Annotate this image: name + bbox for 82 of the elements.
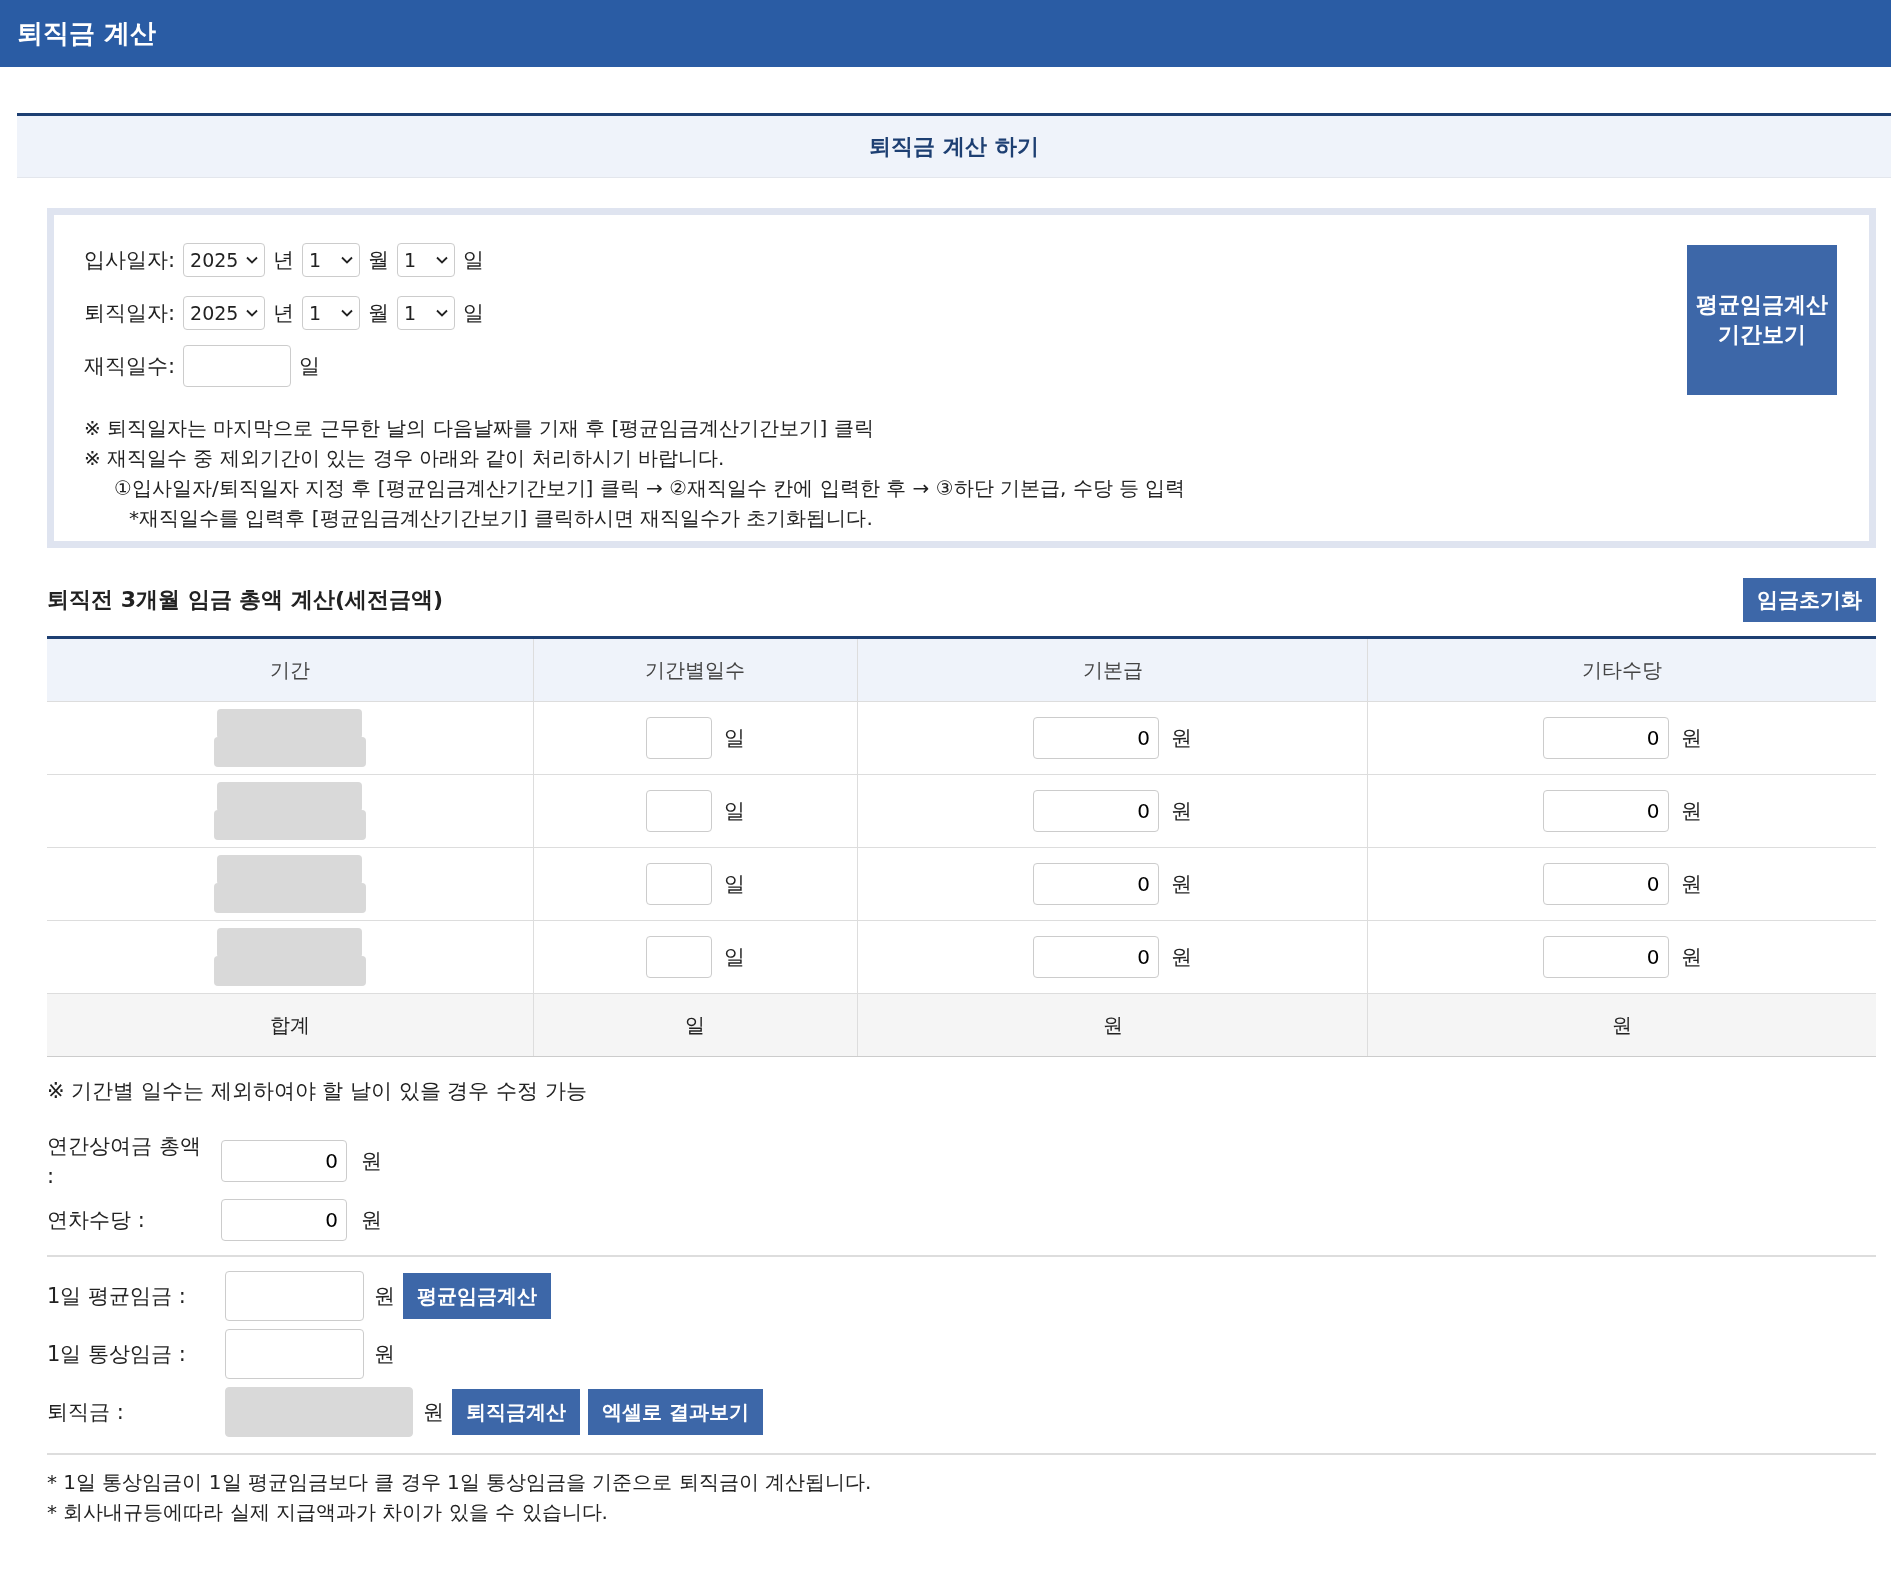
chevron-down-icon xyxy=(341,309,354,317)
unit-label: 원 xyxy=(1171,725,1193,752)
unit-label: 월 xyxy=(368,247,390,274)
field-label: 퇴직금 : xyxy=(47,1399,125,1426)
input-field[interactable] xyxy=(645,717,712,759)
unit-label: 일 xyxy=(463,247,485,274)
chevron-down-icon xyxy=(246,256,259,264)
unit-label: 월 xyxy=(368,300,390,327)
section-title: 퇴직금 계산 하기 xyxy=(17,113,1891,178)
chevron-down-icon xyxy=(341,256,354,264)
input-field[interactable]: 0 xyxy=(1033,936,1160,978)
unit-label: 원 xyxy=(1680,871,1702,898)
chevron-down-icon xyxy=(436,256,449,264)
day-select[interactable]: 1 xyxy=(397,296,456,330)
input-field[interactable] xyxy=(645,790,712,832)
unit-label: 년 xyxy=(273,247,295,274)
input-field[interactable]: 0 xyxy=(1033,790,1160,832)
column-header: 기간별일수 xyxy=(533,637,858,702)
input-field[interactable]: 0 xyxy=(221,1140,347,1182)
action-button[interactable]: 평균임금계산 xyxy=(403,1273,551,1319)
field-label: 재직일수: xyxy=(84,353,176,380)
unit-label: 원 xyxy=(1171,944,1193,971)
unit-label: 원 xyxy=(1680,798,1702,825)
period-view-button[interactable]: 평균임금계산 기간보기 xyxy=(1687,245,1837,395)
page-title: 퇴직금 계산 xyxy=(17,17,157,50)
unit-label: 일 xyxy=(723,871,745,898)
field-label: 입사일자: xyxy=(84,247,176,274)
field-label: 1일 통상임금 : xyxy=(47,1341,187,1368)
unit-label: 원 xyxy=(1367,993,1876,1057)
unit-label: 원 xyxy=(361,1148,382,1175)
note-text: ※ 재직일수 중 제외기간이 있는 경우 아래와 같이 처리하시기 바랍니다. xyxy=(84,445,726,472)
unit-label: 일 xyxy=(463,300,485,327)
reset-button[interactable]: 임금초기화 xyxy=(1743,578,1876,622)
field-label: 연간상여금 총액 : xyxy=(47,1133,202,1190)
unit-label: 원 xyxy=(1171,798,1193,825)
note-text: *재직일수를 입력후 [평균임금계산기간보기] 클릭하시면 재직일수가 초기화됩니다. xyxy=(128,505,874,532)
column-header: 기본급 xyxy=(857,637,1368,702)
unit-label: 원 xyxy=(857,993,1368,1057)
section-heading: 퇴직전 3개월 임금 총액 계산(세전금액) xyxy=(47,586,444,614)
unit-label: 원 xyxy=(374,1341,395,1368)
input-field[interactable] xyxy=(645,936,712,978)
input-field[interactable]: 0 xyxy=(1542,790,1669,832)
unit-label: 원 xyxy=(374,1283,395,1310)
note-text: ※ 퇴직일자는 마지막으로 근무한 날의 다음날짜를 기재 후 [평균임금계산기간보기] 클릭 xyxy=(84,415,875,442)
input-field[interactable]: 0 xyxy=(1542,717,1669,759)
column-header: 기타수당 xyxy=(1367,637,1876,702)
input-field[interactable]: 0 xyxy=(1033,717,1160,759)
field-label: 퇴직일자: xyxy=(84,300,176,327)
unit-label: 년 xyxy=(273,300,295,327)
unit-label: 원 xyxy=(1680,944,1702,971)
unit-label: 일 xyxy=(723,725,745,752)
input-field[interactable]: 0 xyxy=(1033,863,1160,905)
input-field[interactable]: 0 xyxy=(1542,936,1669,978)
field-label: 연차수당 : xyxy=(47,1207,146,1234)
chevron-down-icon xyxy=(246,309,259,317)
note-text: ①입사일자/퇴직일자 지정 후 [평균임금계산기간보기] 클릭 → ②재직일수 칸에 입력한 후 → ③하단 기본급, 수당 등 입력 xyxy=(113,475,1186,502)
unit-label: 일 xyxy=(299,353,321,380)
unit-label: 일 xyxy=(723,798,745,825)
note-text: ※ 기간별 일수는 제외하여야 할 날이 있을 경우 수정 가능 xyxy=(47,1078,588,1105)
total-label: 합계 xyxy=(47,993,534,1057)
unit-label: 일 xyxy=(723,944,745,971)
day-select[interactable]: 1 xyxy=(397,243,456,277)
unit-label: 원 xyxy=(361,1207,382,1234)
input-field[interactable]: 0 xyxy=(1542,863,1669,905)
year-select[interactable]: 2025 xyxy=(183,243,266,277)
chevron-down-icon xyxy=(436,309,449,317)
input-field[interactable] xyxy=(183,345,292,387)
footnote-text: * 1일 통상임금이 1일 평균임금보다 클 경우 1일 통상임금을 기준으로 퇴직금이 계산됩니다. xyxy=(47,1469,873,1496)
input-field[interactable] xyxy=(225,1329,364,1379)
unit-label: 일 xyxy=(533,993,858,1057)
month-select[interactable]: 1 xyxy=(302,243,361,277)
month-select[interactable]: 1 xyxy=(302,296,361,330)
year-select[interactable]: 2025 xyxy=(183,296,266,330)
input-field[interactable]: 0 xyxy=(221,1199,347,1241)
input-field[interactable] xyxy=(645,863,712,905)
footnote-text: * 회사내규등에따라 실제 지급액과가 차이가 있을 수 있습니다. xyxy=(47,1499,609,1526)
unit-label: 원 xyxy=(1680,725,1702,752)
unit-label: 원 xyxy=(1171,871,1193,898)
column-header: 기간 xyxy=(47,637,534,702)
input-field[interactable] xyxy=(225,1271,364,1321)
field-label: 1일 평균임금 : xyxy=(47,1283,187,1310)
unit-label: 원 xyxy=(423,1399,444,1426)
